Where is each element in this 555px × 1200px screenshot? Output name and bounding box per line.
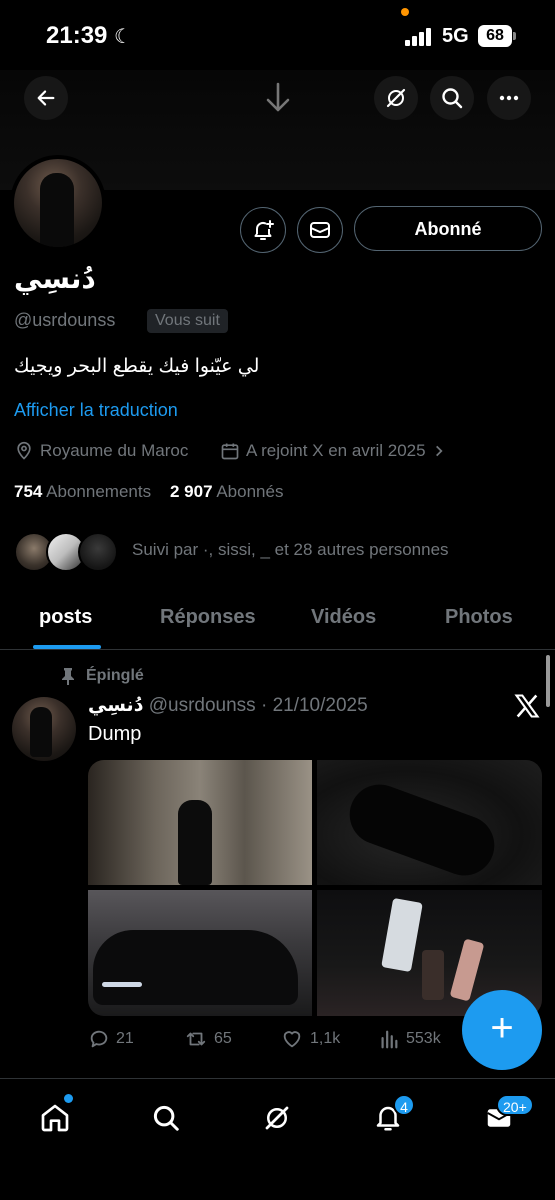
- follow-counts: 754 Abonnements 2 907 Abonnés: [14, 482, 283, 502]
- chevron-right-icon: [435, 445, 443, 457]
- followers-link[interactable]: 2 907 Abonnés: [170, 482, 283, 501]
- profile-joined[interactable]: A rejoint X en avril 2025: [220, 441, 446, 461]
- profile-avatar[interactable]: [10, 155, 106, 251]
- pinned-label: Épinglé: [60, 667, 144, 685]
- profile-bio: لي عيّنوا فيك يقطع البحر ويجيك: [14, 356, 260, 377]
- nav-home[interactable]: [38, 1101, 72, 1135]
- joined-text: A rejoint X en avril 2025: [246, 441, 426, 460]
- pinned-text: Épinglé: [86, 667, 144, 684]
- bottom-navigation: 4 20+: [0, 1078, 555, 1200]
- repost-count: 65: [214, 1030, 232, 1047]
- search-icon: [153, 1105, 179, 1131]
- follower-avatar: [78, 532, 118, 572]
- pin-icon: [62, 668, 74, 685]
- post-image-3[interactable]: [88, 890, 312, 1016]
- nav-grok[interactable]: [260, 1101, 294, 1135]
- messages-badge: 20+: [496, 1094, 534, 1116]
- views-count: 553k: [406, 1030, 441, 1047]
- following-count: 754: [14, 482, 43, 501]
- follows-you-badge: Vous suit: [147, 309, 228, 333]
- repost-button[interactable]: 65: [184, 1028, 232, 1050]
- back-button[interactable]: [24, 76, 68, 120]
- profile-tabs: posts Réponses Vidéos Photos: [0, 596, 555, 650]
- tab-videos[interactable]: Vidéos: [311, 606, 376, 629]
- status-time: 21:39: [46, 22, 108, 49]
- reply-button[interactable]: 21: [88, 1028, 134, 1050]
- nav-search[interactable]: [149, 1101, 183, 1135]
- following-label: Abonnements: [46, 482, 152, 501]
- post-image-2[interactable]: [317, 760, 542, 885]
- battery-icon: 68: [478, 25, 516, 47]
- post-image-1[interactable]: [88, 760, 312, 885]
- reply-count: 21: [116, 1030, 134, 1047]
- envelope-icon: [310, 222, 330, 238]
- home-unread-dot: [64, 1094, 73, 1103]
- profile-name: دُنسِي: [14, 263, 96, 294]
- status-bar: 21:39 ☾ 5G 68: [0, 0, 555, 70]
- network-type: 5G: [442, 25, 469, 47]
- message-button[interactable]: [297, 207, 343, 253]
- heart-icon: [283, 1031, 301, 1048]
- views-icon: [381, 1030, 398, 1049]
- location-pin-icon: [17, 441, 31, 460]
- notifications-badge: 4: [393, 1094, 415, 1116]
- like-count: 1,1k: [310, 1030, 341, 1047]
- repost-icon: [186, 1032, 206, 1046]
- grok-icon: [265, 1106, 289, 1130]
- active-tab-indicator: [33, 645, 101, 649]
- plus-icon: +: [490, 1006, 514, 1050]
- notify-button[interactable]: [240, 207, 286, 253]
- profile-handle: @usrdounss: [14, 310, 116, 330]
- tab-photos[interactable]: Photos: [445, 606, 513, 629]
- tab-posts[interactable]: posts: [39, 606, 92, 629]
- profile-location: Royaume du Maroc: [14, 441, 188, 461]
- followers-count: 2 907: [169, 482, 213, 501]
- tab-replies[interactable]: Réponses: [160, 606, 256, 629]
- compose-button[interactable]: +: [462, 990, 542, 1070]
- reply-icon: [90, 1030, 108, 1048]
- more-icon: [499, 95, 519, 101]
- post-header: دُنسِي @usrdounss · 21/10/2025: [88, 694, 368, 717]
- post-meta: @usrdounss · 21/10/2025: [148, 695, 368, 716]
- following-button[interactable]: Abonné: [354, 206, 542, 251]
- more-options-button[interactable]: [487, 76, 531, 120]
- search-icon: [442, 88, 463, 109]
- post-text: Dump: [88, 723, 142, 745]
- home-icon: [41, 1104, 69, 1132]
- post-media-grid[interactable]: [88, 760, 542, 1016]
- following-link[interactable]: 754 Abonnements: [14, 482, 151, 501]
- scrollbar[interactable]: [546, 655, 550, 707]
- like-button[interactable]: 1,1k: [280, 1028, 340, 1050]
- location-text: Royaume du Maroc: [40, 441, 189, 460]
- moon-icon: ☾: [114, 26, 132, 48]
- signal-icon: [405, 28, 435, 46]
- arrow-down-icon: [266, 82, 290, 112]
- x-logo-icon: [514, 694, 540, 718]
- search-button[interactable]: [430, 76, 474, 120]
- post-author-name[interactable]: دُنسِي: [88, 695, 143, 716]
- grok-icon: [386, 88, 406, 108]
- arrow-left-icon: [37, 90, 55, 106]
- followed-by-text[interactable]: Suivi par ·, sissi, _ et 28 autres perso…: [132, 540, 449, 560]
- privacy-indicator: [401, 8, 409, 16]
- followers-label: Abonnés: [216, 482, 284, 501]
- post-author-avatar[interactable]: [12, 697, 76, 761]
- calendar-icon: [221, 443, 239, 460]
- grok-button[interactable]: [374, 76, 418, 120]
- views-button[interactable]: 553k: [378, 1028, 441, 1050]
- translate-link[interactable]: Afficher la traduction: [14, 400, 178, 421]
- bell-plus-icon: [254, 220, 274, 240]
